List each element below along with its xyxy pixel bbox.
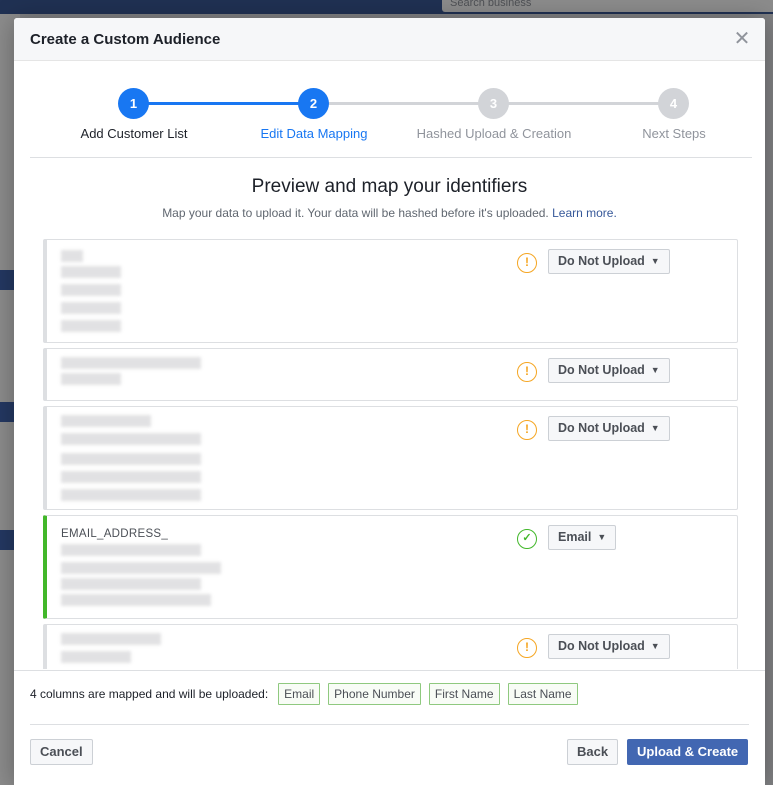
step-3-label: Hashed Upload & Creation — [416, 126, 572, 141]
caret-down-icon: ▼ — [650, 365, 660, 375]
redacted-value — [61, 453, 201, 465]
redacted-value — [61, 433, 201, 445]
cancel-button[interactable]: Cancel — [30, 739, 93, 765]
step-2-circle: 2 — [298, 88, 329, 119]
step-connector — [494, 102, 674, 105]
column-row: ! Do Not Upload ▼ — [43, 239, 738, 343]
close-icon[interactable]: ✕ — [733, 29, 751, 49]
step-4-circle: 4 — [658, 88, 689, 119]
dialog-footer: Cancel Back Upload & Create — [30, 724, 749, 785]
redacted-value — [61, 594, 211, 606]
warning-icon: ! — [517, 362, 537, 382]
step-connector — [134, 102, 314, 105]
mapping-dropdown[interactable]: Do Not Upload ▼ — [548, 416, 670, 441]
column-name: EMAIL_ADDRESS_ — [61, 528, 169, 540]
redacted-value — [61, 302, 121, 314]
mapped-summary-text: 4 columns are mapped and will be uploade… — [30, 686, 269, 701]
mapping-dropdown[interactable]: Do Not Upload ▼ — [548, 249, 670, 274]
redacted-value — [61, 357, 201, 369]
dialog-title: Create a Custom Audience — [30, 30, 221, 48]
step-4-label: Next Steps — [642, 126, 706, 141]
redacted-value — [61, 284, 121, 296]
column-row: ! Do Not Upload ▼ — [43, 624, 738, 669]
redacted-value — [61, 633, 161, 645]
preview-subtitle-text: Map your data to upload it. Your data wi… — [162, 206, 549, 220]
dialog-header: Create a Custom Audience ✕ — [14, 18, 765, 61]
upload-and-create-button[interactable]: Upload & Create — [627, 739, 749, 765]
mapped-tag: Email — [278, 682, 321, 705]
column-row: ! Do Not Upload ▼ — [43, 348, 738, 401]
mapped-tag: Last Name — [507, 682, 578, 705]
caret-down-icon: ▼ — [650, 256, 660, 266]
redacted-value — [61, 320, 121, 332]
mapping-dropdown-label: Do Not Upload — [558, 363, 645, 377]
back-button[interactable]: Back — [567, 739, 619, 765]
learn-more-link[interactable]: Learn more. — [552, 206, 617, 220]
redacted-value — [61, 489, 201, 501]
mapping-dropdown-label: Email — [558, 530, 592, 544]
step-connector — [314, 102, 494, 105]
mapped-tag: Phone Number — [328, 682, 421, 705]
mapping-dropdown[interactable]: Do Not Upload ▼ — [548, 358, 670, 383]
redacted-value — [61, 373, 121, 385]
preview-subtitle: Map your data to upload it. Your data wi… — [14, 206, 765, 220]
redacted-value — [61, 415, 151, 427]
mapping-dropdown-label: Do Not Upload — [558, 254, 645, 268]
column-mapping-list: ! Do Not Upload ▼ ! Do Not Upload ▼ ! Do N… — [43, 239, 738, 669]
warning-icon: ! — [517, 638, 537, 658]
mapping-dropdown[interactable]: Email ▼ — [548, 525, 617, 550]
checkmark-icon: ✓ — [517, 529, 537, 549]
warning-icon: ! — [517, 420, 537, 440]
step-2-label: Edit Data Mapping — [260, 126, 368, 141]
mapping-dropdown-label: Do Not Upload — [558, 421, 645, 435]
redacted-value — [61, 544, 201, 556]
redacted-value — [61, 651, 131, 663]
column-row: ! Do Not Upload ▼ — [43, 406, 738, 510]
caret-down-icon: ▼ — [597, 532, 607, 542]
mapped-tag: First Name — [428, 682, 500, 705]
caret-down-icon: ▼ — [650, 423, 660, 433]
step-3-circle: 3 — [478, 88, 509, 119]
preview-title: Preview and map your identifiers — [251, 176, 528, 197]
redacted-value — [61, 578, 201, 590]
caret-down-icon: ▼ — [650, 641, 660, 651]
progress-stepper: 1 2 3 4 Add Customer List Edit Data Mapp… — [30, 76, 752, 158]
warning-icon: ! — [517, 253, 537, 273]
redacted-value — [61, 471, 201, 483]
redacted-value — [61, 562, 221, 574]
mapped-columns-summary: 4 columns are mapped and will be uploade… — [14, 670, 765, 716]
column-row: EMAIL_ADDRESS_ ✓ Email ▼ — [43, 515, 738, 619]
mapping-dropdown-label: Do Not Upload — [558, 639, 645, 653]
redacted-value — [61, 266, 121, 278]
redacted-value — [61, 250, 83, 262]
mapping-dropdown[interactable]: Do Not Upload ▼ — [548, 634, 670, 659]
step-1-label: Add Customer List — [80, 126, 188, 141]
create-custom-audience-dialog: Create a Custom Audience ✕ 1 2 3 4 Add C… — [14, 18, 765, 785]
step-1-circle: 1 — [118, 88, 149, 119]
